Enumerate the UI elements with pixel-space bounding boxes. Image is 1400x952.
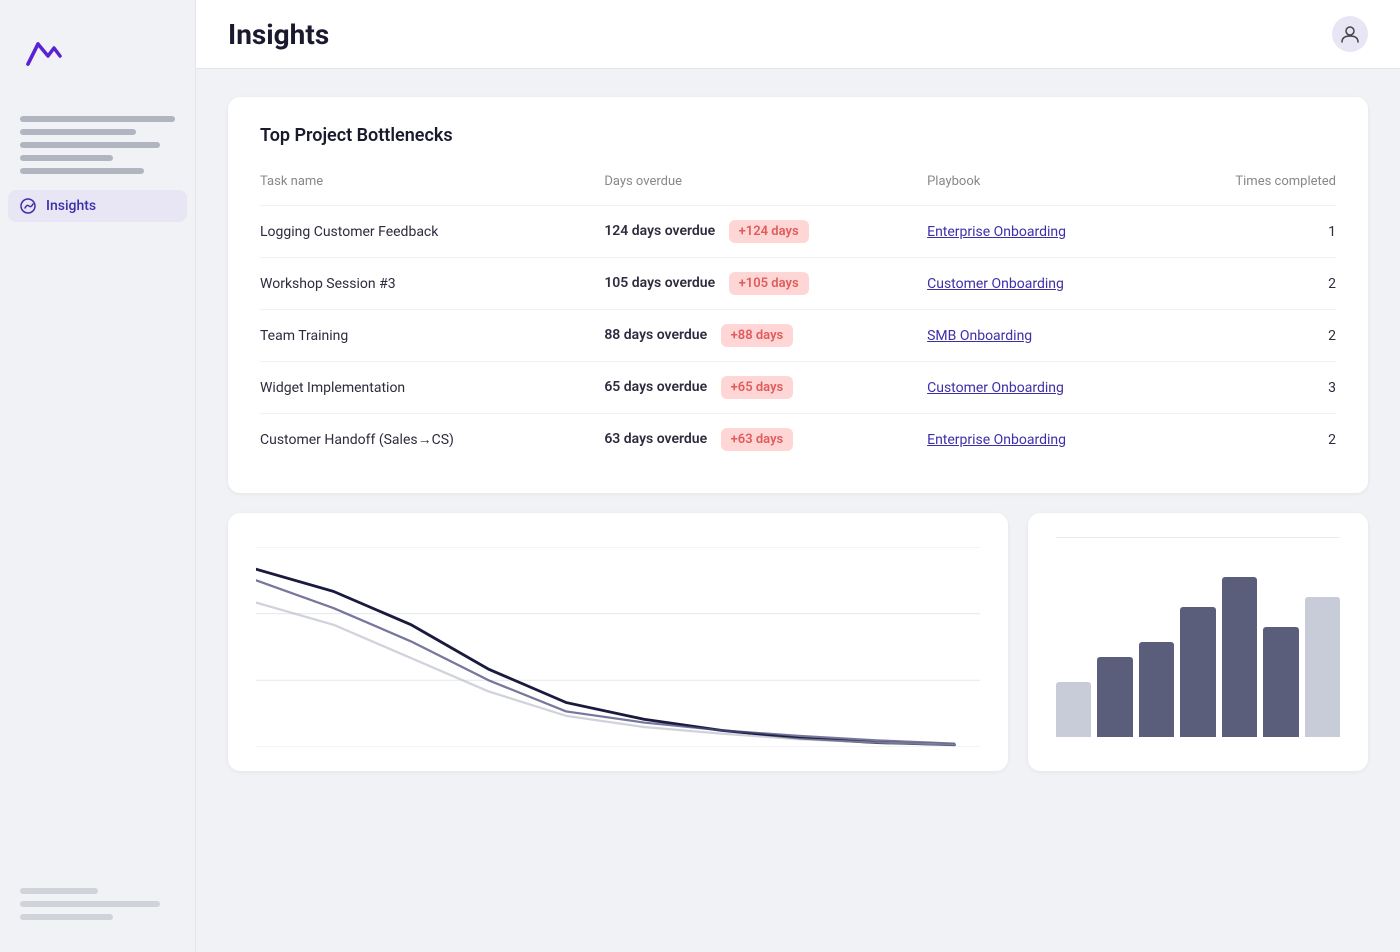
user-avatar-button[interactable] (1332, 16, 1368, 52)
cell-task-3: Widget Implementation (260, 362, 604, 414)
cell-task-1: Workshop Session #3 (260, 258, 604, 310)
days-badge-2: +88 days (721, 324, 794, 347)
bar-5 (1222, 577, 1257, 737)
bar-3 (1139, 642, 1174, 737)
cell-task-2: Team Training (260, 310, 604, 362)
cell-days-1: 105 days overdue +105 days (604, 258, 927, 310)
table-row: Workshop Session #3 105 days overdue +10… (260, 258, 1336, 310)
cell-times-0: 1 (1196, 206, 1336, 258)
playbook-link-1[interactable]: Customer Onboarding (927, 276, 1064, 292)
content-area: Top Project Bottlenecks Task name Days o… (196, 69, 1400, 952)
nav-bar-group-top (0, 100, 195, 190)
line-chart-svg (256, 547, 980, 747)
line-chart-area (256, 547, 980, 747)
nav-bar-3 (20, 142, 160, 148)
insights-nav-icon (20, 198, 36, 214)
days-text-1: 105 days overdue (604, 275, 715, 291)
playbook-link-3[interactable]: Customer Onboarding (927, 380, 1064, 396)
nav-bar-group-bottom (0, 872, 195, 936)
col-header-task: Task name (260, 166, 604, 206)
cell-times-1: 2 (1196, 258, 1336, 310)
bar-chart-area (1056, 537, 1340, 737)
sidebar: Insights (0, 0, 196, 952)
col-header-days: Days overdue (604, 166, 927, 206)
nav-bar-1 (20, 116, 175, 122)
cell-days-2: 88 days overdue +88 days (604, 310, 927, 362)
table-row: Team Training 88 days overdue +88 days S… (260, 310, 1336, 362)
bar-6 (1263, 627, 1298, 737)
header: Insights (196, 0, 1400, 69)
bar-chart-card (1028, 513, 1368, 771)
days-badge-0: +124 days (729, 220, 809, 243)
playbook-link-0[interactable]: Enterprise Onboarding (927, 224, 1066, 240)
cell-times-2: 2 (1196, 310, 1336, 362)
playbook-link-2[interactable]: SMB Onboarding (927, 328, 1032, 344)
main-content: Insights Top Project Bottlenecks Task na… (196, 0, 1400, 952)
bar-7 (1305, 597, 1340, 737)
bar-2 (1097, 657, 1132, 737)
cell-task-4: Customer Handoff (Sales→CS) (260, 414, 604, 466)
days-text-4: 63 days overdue (604, 431, 707, 447)
table-row: Widget Implementation 65 days overdue +6… (260, 362, 1336, 414)
nav-bar-5 (20, 168, 144, 174)
cell-days-0: 124 days overdue +124 days (604, 206, 927, 258)
cell-times-3: 3 (1196, 362, 1336, 414)
col-header-times: Times completed (1196, 166, 1336, 206)
nav-bar-bottom-3 (20, 914, 113, 920)
nav-bar-4 (20, 155, 113, 161)
table-row: Logging Customer Feedback 124 days overd… (260, 206, 1336, 258)
cell-playbook-2[interactable]: SMB Onboarding (927, 310, 1196, 362)
nav-bar-bottom-2 (20, 901, 160, 907)
cell-task-0: Logging Customer Feedback (260, 206, 604, 258)
bar-1 (1056, 682, 1091, 737)
bottlenecks-title: Top Project Bottlenecks (260, 125, 1336, 146)
cell-playbook-0[interactable]: Enterprise Onboarding (927, 206, 1196, 258)
days-text-3: 65 days overdue (604, 379, 707, 395)
bar-4 (1180, 607, 1215, 737)
table-row: Customer Handoff (Sales→CS) 63 days over… (260, 414, 1336, 466)
cell-days-3: 65 days overdue +65 days (604, 362, 927, 414)
col-header-playbook: Playbook (927, 166, 1196, 206)
cell-playbook-1[interactable]: Customer Onboarding (927, 258, 1196, 310)
sidebar-item-insights-label: Insights (46, 198, 96, 214)
sidebar-item-insights[interactable]: Insights (8, 190, 187, 222)
cell-days-4: 63 days overdue +63 days (604, 414, 927, 466)
nav-bar-bottom-1 (20, 888, 98, 894)
nav-bar-2 (20, 129, 136, 135)
logo-container[interactable] (0, 16, 195, 100)
days-text-2: 88 days overdue (604, 327, 707, 343)
days-text-0: 124 days overdue (604, 223, 715, 239)
page-title: Insights (228, 18, 329, 51)
sidebar-nav: Insights (0, 190, 195, 222)
bottlenecks-table: Task name Days overdue Playbook Times co… (260, 166, 1336, 465)
cell-playbook-4[interactable]: Enterprise Onboarding (927, 414, 1196, 466)
user-icon (1340, 24, 1360, 44)
cell-playbook-3[interactable]: Customer Onboarding (927, 362, 1196, 414)
cell-times-4: 2 (1196, 414, 1336, 466)
days-badge-1: +105 days (729, 272, 809, 295)
days-badge-4: +63 days (721, 428, 794, 451)
charts-row (228, 513, 1368, 771)
line-chart-card (228, 513, 1008, 771)
bottlenecks-card: Top Project Bottlenecks Task name Days o… (228, 97, 1368, 493)
days-badge-3: +65 days (721, 376, 794, 399)
app-logo-icon (20, 28, 64, 72)
playbook-link-4[interactable]: Enterprise Onboarding (927, 432, 1066, 448)
